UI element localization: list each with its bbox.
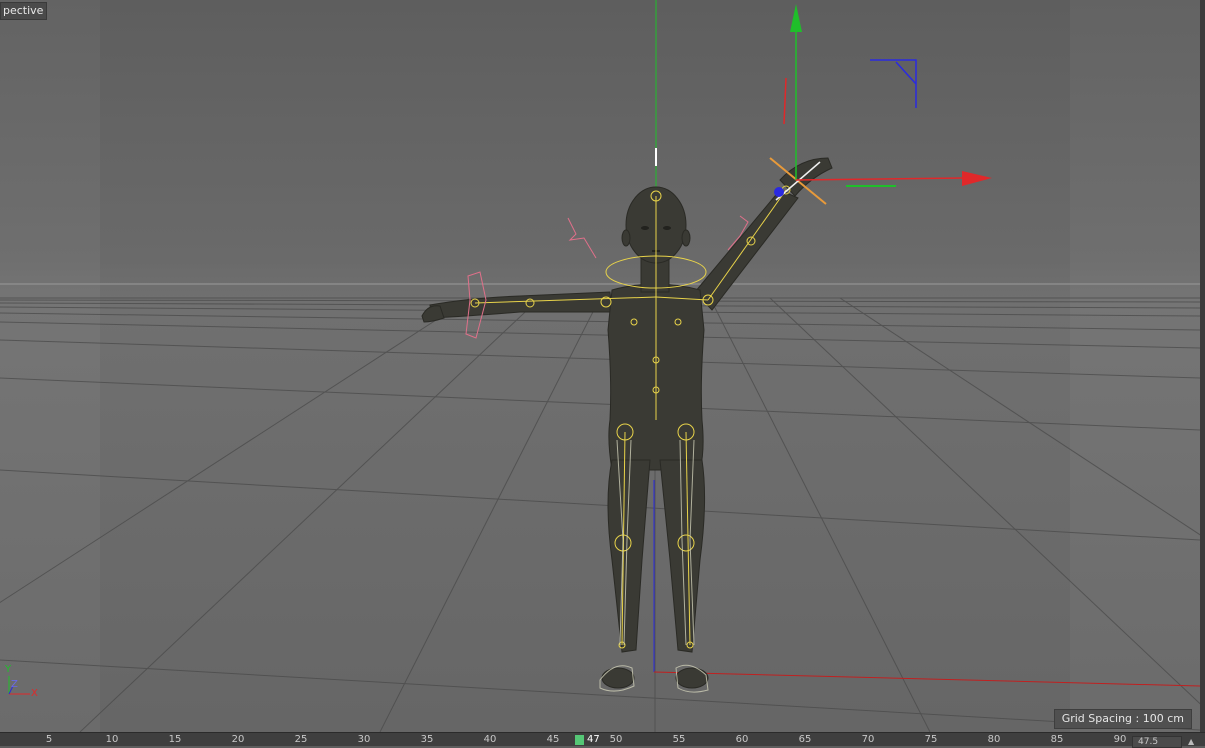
ik-controllers xyxy=(465,215,749,339)
playhead-marker[interactable] xyxy=(575,735,584,745)
wrist-controller xyxy=(769,157,827,205)
timeline-tick: 60 xyxy=(735,734,749,745)
frame-input[interactable]: 47.5 xyxy=(1132,736,1182,748)
timeline-ruler[interactable]: 5 10 15 20 25 30 35 40 45 50 55 60 65 70… xyxy=(0,732,1205,746)
axis-z-label: Z xyxy=(11,679,18,690)
gizmo-plane-handle xyxy=(870,59,917,108)
timeline-playhead[interactable]: 47 xyxy=(575,734,600,745)
timeline-tick: 5 xyxy=(45,734,53,745)
timeline-tick: 85 xyxy=(1050,734,1064,745)
viewport-border xyxy=(1200,0,1205,732)
timeline-tick: 55 xyxy=(672,734,686,745)
viewport-name-label[interactable]: pective xyxy=(0,2,48,20)
timeline-tick: 40 xyxy=(483,734,497,745)
timeline-tick: 70 xyxy=(861,734,875,745)
axis-y-label: Y xyxy=(5,664,12,675)
timeline-tick: 35 xyxy=(420,734,434,745)
gizmo-x-handle xyxy=(962,171,992,186)
axis-orientation-widget: Y Z X xyxy=(2,664,42,700)
axis-x-label: X xyxy=(31,688,38,699)
timeline-tick: 20 xyxy=(231,734,245,745)
timeline-tick: 80 xyxy=(987,734,1001,745)
current-frame-label: 47 xyxy=(587,734,600,745)
timeline-tick: 50 xyxy=(609,734,623,745)
move-tool-gizmo xyxy=(783,4,992,187)
grid-spacing-readout: Grid Spacing : 100 cm xyxy=(1053,709,1192,729)
floor-grid xyxy=(0,297,1200,732)
timeline-tick: 75 xyxy=(924,734,938,745)
scene-canvas[interactable] xyxy=(0,0,1200,732)
timeline-tick: 15 xyxy=(168,734,182,745)
timeline-tick: 65 xyxy=(798,734,812,745)
world-x-axis xyxy=(653,671,1200,687)
timeline-tick: 90 xyxy=(1113,734,1127,745)
gizmo-y-handle xyxy=(790,4,802,32)
character-figure xyxy=(421,157,833,689)
timeline-tick: 10 xyxy=(105,734,119,745)
timeline-tick: 45 xyxy=(546,734,560,745)
perspective-viewport[interactable]: pective Y Z X Grid Spacing : 100 cm xyxy=(0,0,1200,732)
timeline-tick: 25 xyxy=(294,734,308,745)
timeline-tick: 30 xyxy=(357,734,371,745)
